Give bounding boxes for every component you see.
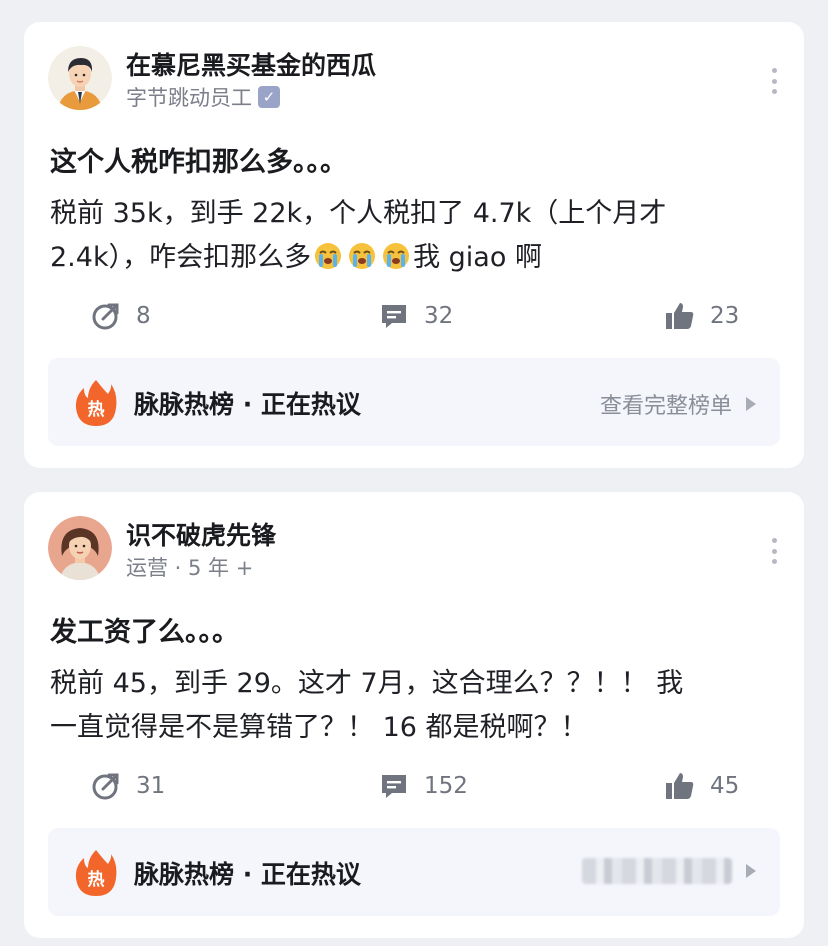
loudly-crying-face-icon bbox=[315, 243, 342, 269]
share-icon bbox=[92, 303, 119, 330]
verified-badge-icon: ✓ bbox=[258, 86, 280, 108]
author-name[interactable]: 识不破虎先锋 bbox=[126, 516, 276, 552]
man-in-suit-avatar-icon bbox=[48, 46, 112, 110]
like-count: 45 bbox=[710, 773, 740, 799]
hot-list-banner[interactable]: 热 脉脉热榜 · 正在热议 bbox=[48, 828, 780, 916]
comment-icon bbox=[382, 775, 406, 798]
loudly-crying-face-icon bbox=[383, 243, 410, 269]
comment-icon bbox=[382, 305, 406, 328]
author-role-tenure: 运营 · 5 年 + bbox=[126, 556, 254, 580]
post-body-text: 2.4k），咋会扣那么多 bbox=[50, 242, 312, 273]
like-button[interactable]: 23 bbox=[664, 298, 739, 334]
thumbs-up-icon bbox=[666, 773, 694, 799]
hot-list-banner[interactable]: 热 脉脉热榜 · 正在热议 查看完整榜单 bbox=[48, 358, 780, 446]
more-options-icon[interactable] bbox=[770, 68, 778, 94]
hot-list-title: 脉脉热榜 · 正在热议 bbox=[134, 390, 361, 419]
fire-hot-icon: 热 bbox=[75, 380, 117, 426]
hot-list-title: 脉脉热榜 · 正在热议 bbox=[134, 860, 361, 889]
comment-count: 152 bbox=[424, 773, 468, 799]
post-card[interactable]: 识不破虎先锋 运营 · 5 年 + 发工资了么。。。 税前 45，到手 29。这… bbox=[24, 492, 804, 938]
post-body[interactable]: 税前 45，到手 29。这才 7月，这合理么？？！！ 我 一直觉得是不是算错了？… bbox=[50, 662, 790, 750]
post-body-text: 我 giao 啊 bbox=[413, 242, 542, 273]
post-body-line: 税前 45，到手 29。这才 7月，这合理么？？！！ 我 bbox=[50, 668, 684, 699]
play-arrow-icon bbox=[746, 397, 756, 411]
play-arrow-icon bbox=[746, 864, 756, 878]
more-options-icon[interactable] bbox=[770, 538, 778, 564]
post-title[interactable]: 发工资了么。。。 bbox=[50, 610, 239, 649]
share-button[interactable]: 8 bbox=[90, 298, 151, 334]
post-body-line: 一直觉得是不是算错了？！ 16 都是税啊？！ bbox=[50, 712, 588, 743]
post-title[interactable]: 这个人税咋扣那么多。。。 bbox=[50, 140, 347, 179]
author-name[interactable]: 在慕尼黑买基金的西瓜 bbox=[126, 46, 376, 82]
share-button[interactable]: 31 bbox=[90, 768, 165, 804]
comment-button[interactable]: 32 bbox=[378, 298, 453, 334]
author-avatar[interactable] bbox=[48, 516, 112, 580]
woman-avatar-icon bbox=[48, 516, 112, 580]
comment-count: 32 bbox=[424, 303, 454, 329]
post-body-line: 2.4k），咋会扣那么多 我 giao 啊 bbox=[50, 236, 790, 280]
share-count: 8 bbox=[136, 303, 151, 329]
author-avatar[interactable] bbox=[48, 46, 112, 110]
like-count: 23 bbox=[710, 303, 740, 329]
view-full-list-link[interactable] bbox=[582, 858, 756, 884]
fire-hot-icon: 热 bbox=[75, 850, 117, 896]
post-actions: 8 32 23 bbox=[24, 298, 804, 334]
like-button[interactable]: 45 bbox=[664, 768, 739, 804]
post-actions: 31 152 45 bbox=[24, 768, 804, 804]
svg-text:热: 热 bbox=[88, 869, 105, 890]
post-body[interactable]: 税前 35k，到手 22k，个人税扣了 4.7k（上个月才 2.4k），咋会扣那… bbox=[50, 192, 790, 280]
post-body-line: 税前 35k，到手 22k，个人税扣了 4.7k（上个月才 bbox=[50, 198, 667, 229]
view-full-list-link[interactable]: 查看完整榜单 bbox=[600, 388, 756, 420]
comment-button[interactable]: 152 bbox=[378, 768, 468, 804]
post-card[interactable]: 在慕尼黑买基金的西瓜 字节跳动员工 ✓ 这个人税咋扣那么多。。。 税前 35k，… bbox=[24, 22, 804, 468]
share-icon bbox=[92, 773, 119, 800]
thumbs-up-icon bbox=[666, 303, 694, 329]
author-company: 字节跳动员工 bbox=[126, 86, 252, 110]
watermark-smudge bbox=[582, 858, 732, 884]
view-full-list-label: 查看完整榜单 bbox=[599, 394, 732, 419]
author-meta: 运营 · 5 年 + bbox=[126, 552, 253, 582]
author-meta: 字节跳动员工 ✓ bbox=[126, 82, 280, 112]
share-count: 31 bbox=[136, 773, 166, 799]
svg-text:热: 热 bbox=[88, 399, 105, 420]
loudly-crying-face-icon bbox=[349, 243, 376, 269]
